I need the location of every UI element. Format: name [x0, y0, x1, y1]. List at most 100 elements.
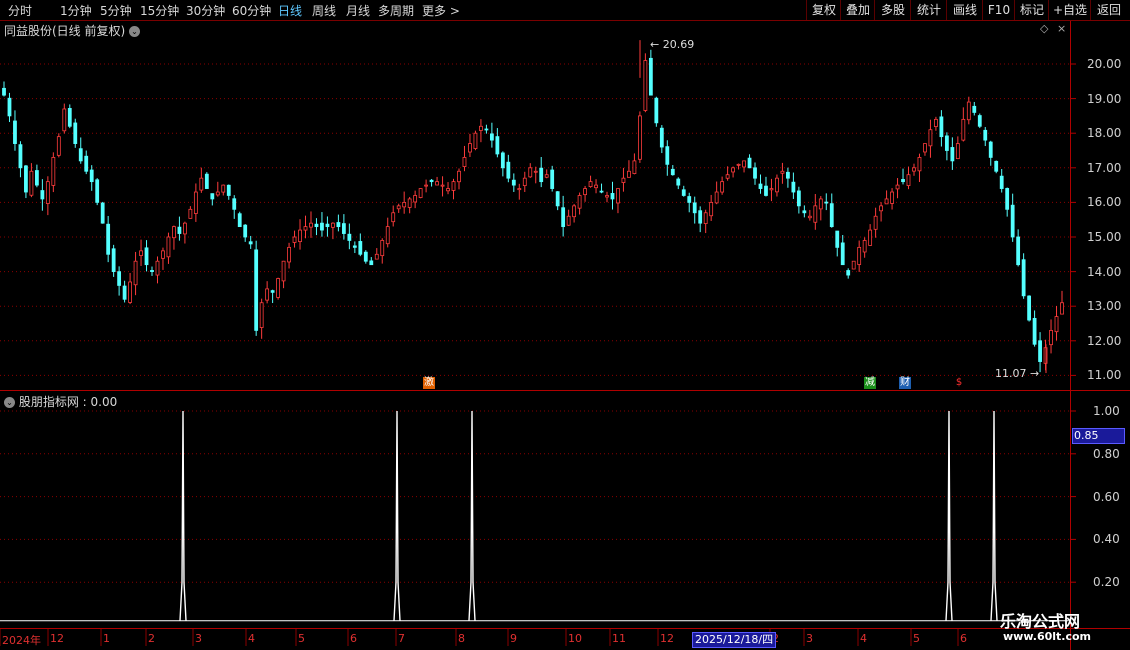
- period-tab[interactable]: 5分钟: [100, 2, 132, 19]
- candle: [594, 179, 598, 194]
- candle: [199, 167, 204, 193]
- candle: [670, 165, 675, 176]
- candle: [418, 188, 423, 199]
- toolbar-button[interactable]: 返回: [1090, 0, 1127, 20]
- period-tab[interactable]: 多周期: [378, 2, 414, 19]
- time-label: 12: [50, 632, 64, 645]
- period-tab[interactable]: 15分钟: [140, 2, 179, 19]
- candle: [287, 242, 291, 269]
- candle: [139, 239, 143, 266]
- candle: [1016, 229, 1021, 267]
- toolbar-button[interactable]: 画线: [946, 0, 983, 20]
- candle: [265, 281, 270, 304]
- candle: [451, 178, 456, 200]
- indicator-spike: [990, 410, 998, 621]
- chevron-down-icon[interactable]: ⌄: [129, 26, 141, 37]
- price-label: 11.00: [1087, 368, 1122, 383]
- price-label: 18.00: [1087, 126, 1122, 141]
- period-tab[interactable]: 更多 >: [422, 2, 460, 19]
- candle: [232, 195, 237, 219]
- chart-canvas[interactable]: [0, 0, 1130, 650]
- toolbar-button[interactable]: 叠加: [840, 0, 875, 20]
- signal-marker: 激: [423, 377, 435, 389]
- time-label: 7: [398, 632, 405, 645]
- candle: [873, 207, 878, 238]
- period-tab[interactable]: 60分钟: [232, 2, 271, 19]
- candle: [1010, 193, 1015, 242]
- candle: [424, 179, 429, 193]
- candle: [2, 81, 6, 97]
- candle: [243, 224, 248, 242]
- candle: [736, 163, 741, 170]
- period-tab[interactable]: 日线: [278, 2, 302, 19]
- candle: [172, 225, 176, 250]
- candle: [396, 203, 401, 213]
- toolbar-button[interactable]: F10: [982, 0, 1015, 20]
- time-label: 8: [458, 632, 465, 645]
- period-tab[interactable]: 分时: [8, 2, 32, 19]
- candle: [210, 193, 215, 206]
- candle: [769, 178, 774, 202]
- candle: [988, 140, 993, 166]
- toolbar-button[interactable]: 标记: [1014, 0, 1049, 20]
- indicator-title: ⌄ 股朋指标网 : 0.00: [4, 393, 117, 410]
- candle: [429, 178, 434, 187]
- candle: [1005, 187, 1010, 217]
- chart-frame: [0, 20, 1130, 650]
- candle: [106, 215, 111, 263]
- candle: [550, 165, 555, 192]
- candle: [857, 240, 862, 272]
- candle: [506, 154, 511, 183]
- candle: [983, 126, 988, 147]
- toolbar-button[interactable]: 多股: [874, 0, 911, 20]
- candle: [62, 103, 67, 134]
- diamond-icon[interactable]: ◇: [1040, 22, 1048, 35]
- period-tab[interactable]: 月线: [346, 2, 370, 19]
- candle: [566, 209, 571, 226]
- candle: [698, 206, 703, 233]
- candlestick-series: [2, 40, 1064, 373]
- candle: [144, 240, 149, 272]
- signal-marker: 财: [899, 377, 911, 389]
- candle: [56, 133, 61, 158]
- chevron-down-icon[interactable]: ⌄: [4, 397, 15, 408]
- candle: [166, 232, 171, 264]
- candle: [654, 96, 659, 127]
- indicator-spike: [945, 410, 953, 621]
- candle: [1027, 295, 1032, 322]
- date-cursor: 2025/12/18/四: [692, 632, 777, 648]
- candle: [599, 183, 604, 194]
- candle: [829, 193, 834, 228]
- period-tab[interactable]: 1分钟: [60, 2, 92, 19]
- candle: [813, 194, 818, 230]
- candle: [539, 156, 544, 188]
- candle: [325, 216, 330, 237]
- close-icon[interactable]: ×: [1057, 22, 1066, 35]
- toolbar-button[interactable]: 统计: [910, 0, 947, 20]
- period-tab[interactable]: 30分钟: [186, 2, 225, 19]
- period-tab[interactable]: 周线: [312, 2, 336, 19]
- candle: [95, 178, 100, 206]
- candle: [24, 164, 28, 199]
- candle: [901, 168, 905, 185]
- candle: [818, 196, 823, 221]
- candle: [391, 205, 396, 227]
- candle: [840, 234, 845, 266]
- toolbar-button[interactable]: +自选: [1048, 0, 1091, 20]
- candle: [1049, 319, 1053, 354]
- candle: [40, 179, 45, 211]
- indicator-spike: [179, 410, 187, 621]
- price-label: 17.00: [1087, 160, 1122, 175]
- candle: [928, 119, 933, 158]
- signal-marker: $: [955, 377, 963, 388]
- candle: [155, 256, 160, 284]
- candle: [791, 172, 796, 199]
- candle: [117, 266, 122, 296]
- candle: [621, 167, 626, 192]
- candle: [133, 251, 138, 296]
- candle: [1032, 310, 1037, 347]
- date-cursor-text: 2025/12/18/四: [695, 633, 774, 646]
- candle: [298, 219, 302, 250]
- toolbar-button[interactable]: 复权: [806, 0, 841, 20]
- candle: [314, 218, 319, 236]
